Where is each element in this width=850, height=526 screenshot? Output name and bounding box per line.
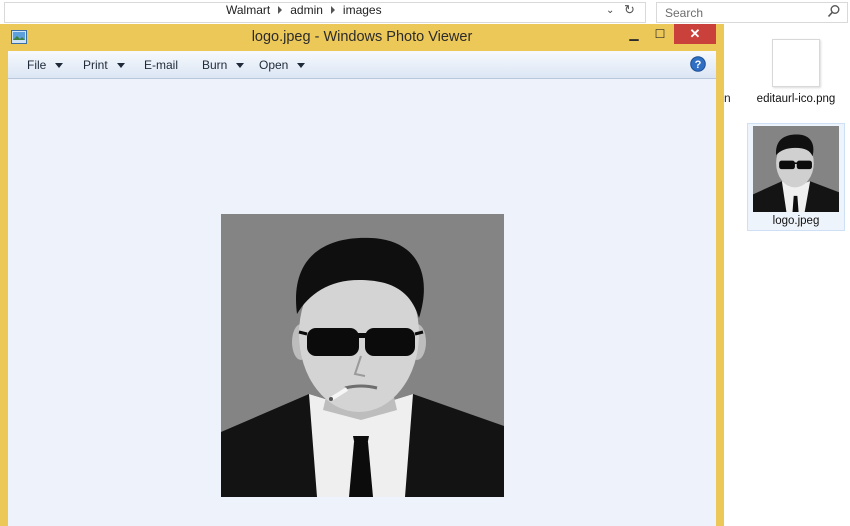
svg-text:?: ? [695,59,702,71]
breadcrumb-separator-icon[interactable] [330,6,335,14]
maximize-button[interactable]: ☐ [648,24,672,44]
caret-down-icon[interactable] [297,62,306,68]
menu-burn[interactable]: Burn [202,58,245,72]
close-button[interactable]: ✕ [674,24,716,44]
caret-down-icon[interactable] [236,62,245,68]
menu-file[interactable]: File [27,58,64,72]
explorer-address-bar: Walmart admin images ⌄ ↻ Search [0,0,850,25]
breadcrumb: Walmart admin images [226,3,382,17]
help-icon[interactable]: ? [690,56,706,72]
refresh-icon[interactable]: ↻ [624,2,635,18]
chevron-down-icon[interactable]: ⌄ [606,5,614,16]
file-item-logo-jpeg[interactable]: logo.jpeg [747,123,845,231]
window-title: logo.jpeg - Windows Photo Viewer [251,29,473,45]
title-bar[interactable]: logo.jpeg - Windows Photo Viewer ▁ ☐ ✕ [0,24,724,51]
displayed-photo [221,214,504,497]
search-icon[interactable] [827,4,841,18]
photo-thumbnail-icon [753,126,839,212]
photo-viewer-window: logo.jpeg - Windows Photo Viewer ▁ ☐ ✕ F… [0,24,724,526]
menu-file-label: File [27,58,47,72]
menu-print[interactable]: Print [83,58,125,72]
menu-print-label: Print [83,58,108,72]
menu-burn-label: Burn [202,58,228,72]
blank-image-thumbnail-icon [772,39,820,87]
partially-hidden-file-label: n [724,91,731,105]
menu-bar: File Print E-mail Burn Open ? [8,51,716,79]
caret-down-icon[interactable] [116,62,125,68]
file-name: editaurl-ico.png [756,93,836,105]
menu-email-label: E-mail [144,58,179,72]
menu-open[interactable]: Open [259,58,306,72]
file-item-editaurl-ico[interactable]: editaurl-ico.png [748,39,844,105]
search-input[interactable]: Search [656,2,848,23]
breadcrumb-item-images[interactable]: images [343,3,382,17]
search-placeholder: Search [665,6,704,20]
menu-email[interactable]: E-mail [144,58,178,72]
breadcrumb-item-walmart[interactable]: Walmart [226,3,270,17]
breadcrumb-item-admin[interactable]: admin [290,3,323,17]
breadcrumb-separator-icon[interactable] [278,6,283,14]
viewer-client-area: File Print E-mail Burn Open ? [8,51,716,526]
caret-down-icon[interactable] [55,62,64,68]
menu-open-label: Open [259,58,289,72]
file-name: logo.jpeg [772,215,820,227]
minimize-button[interactable]: ▁ [622,24,646,44]
explorer-file-pane: n editaurl-ico.png logo.jpeg [722,24,850,526]
